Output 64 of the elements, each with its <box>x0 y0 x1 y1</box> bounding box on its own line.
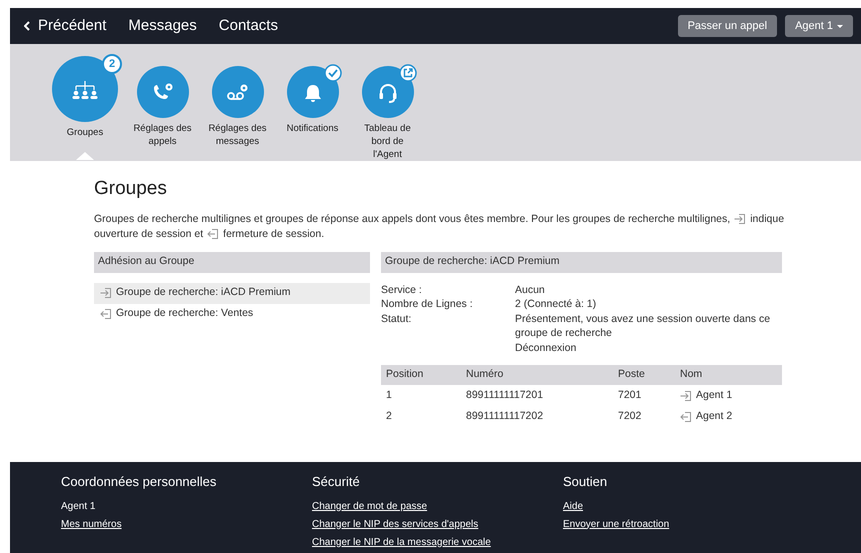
field-label: Nombre de Lignes : <box>381 297 474 312</box>
footer-heading: Sécurité <box>312 473 361 491</box>
table-cell-text: Agent 2 <box>696 408 732 424</box>
tile-button[interactable] <box>212 66 264 118</box>
logout-link[interactable]: Déconnexion <box>515 340 576 355</box>
tile-label: Notifications <box>286 122 340 135</box>
column-header: Nom <box>680 367 704 382</box>
back-link[interactable]: Précédent <box>24 14 106 38</box>
field-value: 2 (Connecté à: 1) <box>515 297 598 312</box>
footer-heading: Soutien <box>563 473 608 491</box>
description-text: Groupes de recherche multilignes et groupes de réponse aux appels dont vous êtes membre. Pour les groupes de recherche multilignes, <box>94 212 730 226</box>
column-header: Poste <box>618 367 646 382</box>
description-text: indique <box>750 212 784 226</box>
group-list-item[interactable]: Groupe de recherche: Ventes <box>94 304 370 324</box>
table-cell-text: Agent 1 <box>696 388 732 403</box>
external-badge-icon <box>398 64 416 82</box>
section-header: Groupe de recherche: iACD Premium <box>381 252 782 272</box>
section-header: Adhésion au Groupe <box>94 252 370 272</box>
tile-label: Réglages des appels <box>132 122 193 148</box>
logout-icon <box>100 308 112 320</box>
table-cell-text: 7201 <box>618 388 642 403</box>
tile-label: Réglages des messages <box>207 122 268 148</box>
table-cell-text: 89911111117202 <box>466 408 544 424</box>
tile-label: Groupes <box>66 126 104 139</box>
footer-link[interactable]: Changer de mot de passe <box>312 498 428 516</box>
table-cell-text: 89911111117201 <box>466 388 544 403</box>
tile-button[interactable] <box>362 66 414 118</box>
count-badge: 2 <box>102 54 122 74</box>
caret-icon <box>837 24 843 28</box>
footer-link[interactable]: Mes numéros <box>61 516 122 534</box>
table-cell-text: 2 <box>386 408 393 424</box>
description-text: ouverture de session et <box>94 226 204 242</box>
description-text: fermeture de session. <box>223 226 324 242</box>
table-cell-text: 7202 <box>618 408 642 424</box>
nav-link[interactable]: Contacts <box>218 14 278 38</box>
tile-button[interactable] <box>136 66 188 118</box>
chevron-left-icon <box>24 21 30 31</box>
column-header: Numéro <box>466 367 504 382</box>
logout-icon <box>680 410 692 422</box>
column-header: Position <box>386 367 424 382</box>
footer-heading: Coordonnées personnelles <box>61 473 218 491</box>
tile-label: Tableau de bord de l'Agent <box>363 122 412 161</box>
footer-text: Agent 1 <box>61 500 96 514</box>
agent-menu-button[interactable]: Agent 1 <box>785 15 853 37</box>
field-label: Service : <box>381 282 423 297</box>
footer-link[interactable]: Changer le NIP de la messagerie vocale <box>312 534 491 552</box>
field-label: Statut: <box>381 312 412 326</box>
login-icon <box>680 390 692 402</box>
login-icon <box>100 287 112 299</box>
nav-link[interactable]: Messages <box>128 14 197 38</box>
footer-link[interactable]: Aide <box>563 498 584 516</box>
group-list-item[interactable]: Groupe de recherche: iACD Premium <box>94 282 370 304</box>
call-button[interactable]: Passer un appel <box>678 15 778 37</box>
footer-link[interactable]: Envoyer une rétroaction <box>563 516 670 534</box>
pointer-icon <box>76 152 94 161</box>
page-title: Groupes <box>94 177 168 201</box>
check-badge-icon <box>324 64 342 82</box>
footer-link[interactable]: Changer le NIP des services d'appels <box>312 516 478 534</box>
logout-icon <box>207 228 220 240</box>
field-value: Présentement, vous avez une session ouverte dans ce groupe de recherche <box>515 312 772 340</box>
tile-button[interactable] <box>286 66 338 118</box>
login-icon <box>734 213 746 225</box>
table-cell-text: 1 <box>386 388 393 403</box>
field-value: Aucun <box>515 282 546 297</box>
